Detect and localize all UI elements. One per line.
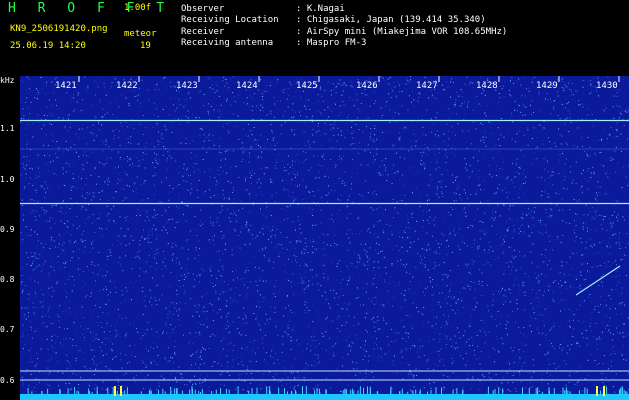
frequency-tick: 0.8 [0,275,15,284]
antenna-value: : Maspro FM-3 [296,38,367,48]
date-time: 25.06.19 14:20 [10,41,86,51]
time-tick-label: 1422 [116,81,138,91]
time-tick-label: 1421 [55,81,77,91]
bottom-spectrum-strip [20,394,629,400]
location-value: : Chigasaki, Japan (139.414 35.340) [296,15,486,25]
receiver-label: Receiver [181,27,225,37]
location-label: Receiving Location [181,15,279,25]
frequency-tick: 0.7 [0,325,15,334]
frequency-unit-label: kHz [0,76,15,85]
time-tick-label: 1427 [416,81,438,91]
file-name: KN9_2506191420.png [10,24,108,34]
antenna-label: Receiving antenna [181,38,274,48]
app-version: 1.00f [124,3,152,13]
observer-label: Observer [181,4,225,14]
time-tick-label: 1429 [536,81,558,91]
frequency-tick: 0.9 [0,225,15,234]
frequency-tick: 0.6 [0,376,15,385]
time-tick-label: 1428 [476,81,498,91]
time-tick-label: 1430 [596,81,618,91]
time-tick-label: 1424 [236,81,258,91]
time-tick-label: 1423 [176,81,198,91]
time-tick-label: 1426 [356,81,378,91]
meteor-count: 19 [140,41,151,51]
time-tick-label: 1425 [296,81,318,91]
frequency-tick: 1.0 [0,175,15,184]
mode-label: meteor [124,29,157,39]
header-panel: H R O F F T 1.00f KN9_2506191420.png met… [0,0,629,76]
receiver-value: : AirSpy mini (Miakejima VOR 108.65MHz) [296,27,508,37]
spectrogram-plot [20,76,629,400]
spectrogram-background [20,76,629,400]
frequency-tick: 1.1 [0,124,15,133]
frequency-axis: kHz 1.1 1.0 0.9 0.8 0.7 0.6 [0,76,20,400]
observer-value: : K.Nagai [296,4,345,14]
